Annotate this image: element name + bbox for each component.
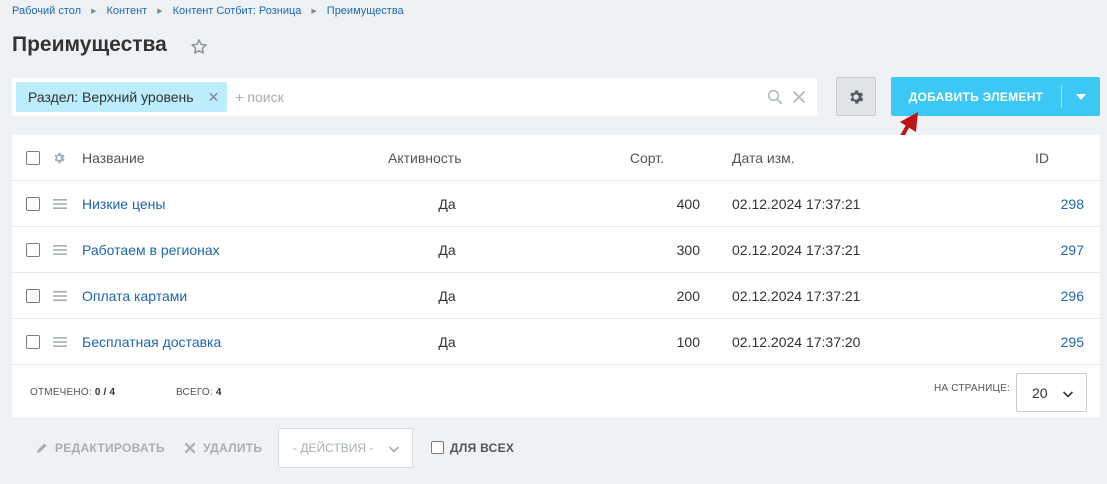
row-active: Да bbox=[438, 241, 456, 258]
breadcrumb: Рабочий стол ▶ Контент ▶ Контент Сотбит:… bbox=[12, 5, 404, 17]
selected-count: ОТМЕЧЕНО: 0 / 4 bbox=[30, 365, 115, 419]
row-name-link[interactable]: Бесплатная доставка bbox=[82, 319, 221, 364]
select-all-checkbox[interactable] bbox=[26, 151, 40, 165]
settings-button[interactable] bbox=[836, 77, 876, 116]
breadcrumb-content[interactable]: Контент bbox=[106, 5, 147, 17]
row-sort: 300 bbox=[676, 241, 700, 258]
row-checkbox[interactable] bbox=[26, 197, 40, 211]
grid-header: Название Активность Сорт. Дата изм. ID bbox=[12, 135, 1100, 181]
breadcrumb-separator-icon: ▶ bbox=[157, 8, 163, 15]
gear-icon bbox=[850, 89, 864, 104]
filter-bar[interactable]: Раздел: Верхний уровень ✕ bbox=[12, 78, 817, 116]
edit-button[interactable]: РЕДАКТИРОВАТЬ bbox=[36, 419, 165, 476]
page-title: Преимущества bbox=[12, 33, 167, 56]
column-header-date[interactable]: Дата изм. bbox=[732, 135, 795, 180]
close-icon bbox=[184, 442, 196, 453]
table-row[interactable]: Оплата картами Да 200 02.12.2024 17:37:2… bbox=[12, 273, 1100, 319]
per-page-label: НА СТРАНИЦЕ: bbox=[934, 382, 1010, 394]
breadcrumb-separator-icon: ▶ bbox=[91, 8, 97, 15]
row-date: 02.12.2024 17:37:21 bbox=[732, 241, 861, 258]
breadcrumb-catalog[interactable]: Контент Сотбит: Розница bbox=[173, 5, 302, 17]
grid-footer: ОТМЕЧЕНО: 0 / 4 ВСЕГО: 4 НА СТРАНИЦЕ: 20 bbox=[12, 365, 1100, 419]
action-panel: РЕДАКТИРОВАТЬ УДАЛИТЬ - ДЕЙСТВИЯ - ДЛЯ В… bbox=[12, 419, 1100, 476]
chevron-down-icon bbox=[1062, 391, 1074, 398]
row-active: Да bbox=[438, 195, 456, 212]
row-active: Да bbox=[438, 333, 456, 350]
column-header-sort[interactable]: Сорт. bbox=[572, 135, 664, 180]
row-sort: 100 bbox=[676, 333, 700, 350]
total-label: ВСЕГО: bbox=[176, 386, 213, 398]
clear-icon[interactable] bbox=[793, 91, 805, 103]
total-value: 4 bbox=[215, 386, 222, 398]
pencil-icon bbox=[37, 442, 47, 453]
table-row[interactable]: Низкие цены Да 400 02.12.2024 17:37:21 2… bbox=[12, 181, 1100, 227]
table-row[interactable]: Работаем в регионах Да 300 02.12.2024 17… bbox=[12, 227, 1100, 273]
add-dropdown-toggle[interactable] bbox=[1062, 77, 1100, 116]
chevron-down-icon bbox=[388, 446, 400, 453]
row-checkbox[interactable] bbox=[26, 289, 40, 303]
row-id-link[interactable]: 298 bbox=[1012, 181, 1084, 226]
elements-grid: Название Активность Сорт. Дата изм. ID Н… bbox=[12, 135, 1100, 468]
column-settings[interactable] bbox=[52, 135, 66, 180]
star-icon[interactable] bbox=[189, 37, 209, 57]
row-id-link[interactable]: 296 bbox=[1012, 273, 1084, 318]
breadcrumb-current[interactable]: Преимущества bbox=[327, 5, 404, 17]
row-date: 02.12.2024 17:37:21 bbox=[732, 287, 861, 304]
actions-select[interactable]: - ДЕЙСТВИЯ - bbox=[278, 428, 413, 468]
selected-label: ОТМЕЧЕНО: bbox=[30, 386, 92, 398]
drag-handle-icon[interactable] bbox=[53, 245, 67, 255]
row-checkbox[interactable] bbox=[26, 335, 40, 349]
drag-handle-icon[interactable] bbox=[53, 291, 67, 301]
row-date: 02.12.2024 17:37:20 bbox=[732, 333, 861, 350]
search-icon[interactable] bbox=[767, 89, 783, 105]
total-count: ВСЕГО: 4 bbox=[176, 365, 222, 419]
gear-icon bbox=[54, 152, 65, 163]
column-header-active[interactable]: Активность bbox=[388, 135, 462, 180]
table-row[interactable]: Бесплатная доставка Да 100 02.12.2024 17… bbox=[12, 319, 1100, 365]
row-name-link[interactable]: Оплата картами bbox=[82, 273, 187, 318]
drag-handle-icon[interactable] bbox=[53, 337, 67, 347]
row-id-link[interactable]: 295 bbox=[1012, 319, 1084, 364]
caret-down-icon bbox=[1076, 93, 1086, 100]
add-element-button[interactable]: ДОБАВИТЬ ЭЛЕМЕНТ bbox=[891, 77, 1100, 116]
row-checkbox[interactable] bbox=[26, 243, 40, 257]
tag-close-icon[interactable]: ✕ bbox=[208, 89, 220, 106]
add-element-label: ДОБАВИТЬ ЭЛЕМЕНТ bbox=[908, 89, 1044, 104]
column-header-name[interactable]: Название bbox=[82, 135, 145, 180]
actions-select-value: - ДЕЙСТВИЯ - bbox=[293, 441, 374, 455]
for-all-checkbox[interactable] bbox=[431, 441, 444, 454]
delete-button[interactable]: УДАЛИТЬ bbox=[184, 419, 262, 476]
row-name-link[interactable]: Работаем в регионах bbox=[82, 227, 220, 272]
row-sort: 400 bbox=[676, 195, 700, 212]
row-name-link[interactable]: Низкие цены bbox=[82, 181, 165, 226]
for-all-toggle[interactable]: ДЛЯ ВСЕХ bbox=[431, 419, 514, 476]
row-date: 02.12.2024 17:37:21 bbox=[732, 195, 861, 212]
row-id-link[interactable]: 297 bbox=[1012, 227, 1084, 272]
per-page-value: 20 bbox=[1032, 384, 1048, 401]
selected-value: 0 / 4 bbox=[94, 386, 116, 398]
for-all-label: ДЛЯ ВСЕХ bbox=[450, 440, 515, 455]
breadcrumb-separator-icon: ▶ bbox=[311, 8, 317, 15]
edit-label: РЕДАКТИРОВАТЬ bbox=[55, 440, 165, 455]
row-sort: 200 bbox=[676, 287, 700, 304]
delete-label: УДАЛИТЬ bbox=[203, 440, 263, 455]
filter-tag[interactable]: Раздел: Верхний уровень ✕ bbox=[16, 82, 228, 112]
search-input[interactable] bbox=[233, 82, 767, 112]
column-header-id[interactable]: ID bbox=[1012, 135, 1049, 180]
breadcrumb-desktop[interactable]: Рабочий стол bbox=[12, 5, 81, 17]
drag-handle-icon[interactable] bbox=[53, 199, 67, 209]
filter-tag-label: Раздел: Верхний уровень bbox=[28, 89, 194, 105]
per-page-select[interactable]: 20 bbox=[1016, 373, 1087, 412]
row-active: Да bbox=[438, 287, 456, 304]
